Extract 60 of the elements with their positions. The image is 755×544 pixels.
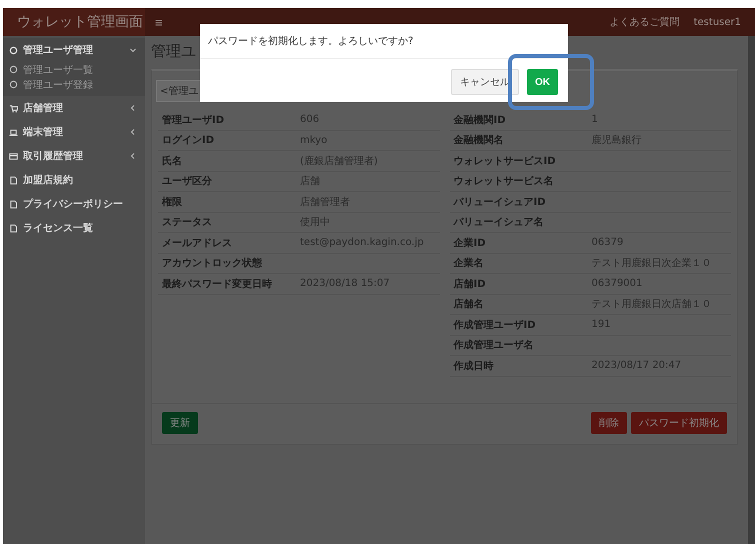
sidebar-label: プライバシーポリシー [23, 197, 124, 211]
sidebar-item[interactable]: プライバシーポリシー [3, 192, 145, 216]
field-label: ウォレットサービス名 [454, 174, 554, 188]
back-button[interactable]: <管理ユ [156, 80, 202, 102]
document-icon [9, 176, 18, 184]
submenu-label: 管理ユーザ登録 [23, 78, 93, 92]
delete-button[interactable]: 削除 [591, 412, 627, 434]
help-link[interactable]: よくあるご質問 [610, 15, 680, 29]
document-icon [9, 224, 18, 232]
sidebar-item[interactable]: 端末管理 [3, 120, 145, 144]
sidebar-label: ライセンス一覧 [23, 222, 94, 235]
ok-button[interactable]: OK [527, 69, 558, 95]
field-label: 作成管理ユーザ名 [454, 338, 534, 352]
laptop-icon [9, 128, 18, 136]
sidebar-item[interactable]: 管理ユーザ管理 [3, 38, 145, 62]
update-button[interactable]: 更新 [162, 412, 198, 434]
field-label: 作成日時 [454, 360, 494, 373]
app-title: ウォレット管理画面 [3, 8, 145, 36]
field-label: アカウントロック状態 [162, 256, 263, 270]
sidebar-label: 管理ユーザ管理 [23, 44, 94, 57]
credit-card-icon [9, 152, 18, 160]
cart-icon [9, 104, 18, 112]
scrollbar[interactable] [748, 36, 755, 544]
field-label: 店舗名 [454, 297, 484, 312]
field-label: ステータス [162, 216, 213, 230]
sidebar-item[interactable]: ライセンス一覧 [3, 216, 145, 240]
submenu-item[interactable]: 管理ユーザ一覧 [3, 62, 145, 77]
field-label: ログインID [162, 134, 216, 148]
circle-icon [9, 46, 18, 54]
field-label: 金融機関名 [454, 134, 504, 148]
reset-password-button[interactable]: パスワード初期化 [631, 412, 727, 434]
document-icon [9, 200, 18, 208]
field-label: メールアドレス [162, 236, 233, 250]
field-label: 氏名 [162, 154, 183, 168]
submenu-label: 管理ユーザ一覧 [23, 64, 93, 76]
field-label: 金融機関ID [454, 114, 507, 127]
circle-icon [9, 80, 18, 89]
circle-icon [9, 65, 18, 74]
field-label: 管理ユーザID [162, 114, 226, 127]
sidebar-item[interactable]: 取引履歴管理 [3, 144, 145, 168]
sidebar-item[interactable]: 店舗管理 [3, 96, 145, 120]
field-label: 店舗ID [454, 277, 487, 291]
sidebar-item[interactable]: 加盟店規約 [3, 168, 145, 192]
dialog-message: パスワードを初期化します。よろしいですか? [200, 24, 568, 59]
sidebar-label: 取引履歴管理 [23, 150, 84, 163]
field-label: 企業ID [454, 236, 487, 250]
field-label: 企業名 [454, 256, 484, 270]
field-label: ウォレットサービスID [454, 154, 557, 168]
sidebar-label: 加盟店規約 [23, 173, 74, 187]
field-label: 権限 [162, 196, 183, 209]
field-label: 最終パスワード変更日時 [162, 277, 273, 291]
field-label: 作成管理ユーザID [454, 318, 537, 332]
field-label: バリューイシュアID [454, 196, 547, 209]
sidebar-label: 店舗管理 [23, 101, 64, 115]
user-menu-link[interactable]: testuser1 [694, 16, 741, 28]
sidebar-label: 端末管理 [23, 126, 64, 139]
page-title: 管理ユ [151, 42, 196, 61]
submenu-item[interactable]: 管理ユーザ登録 [3, 77, 145, 92]
field-label: バリューイシュア名 [454, 216, 544, 230]
field-label: ユーザ区分 [162, 174, 213, 188]
